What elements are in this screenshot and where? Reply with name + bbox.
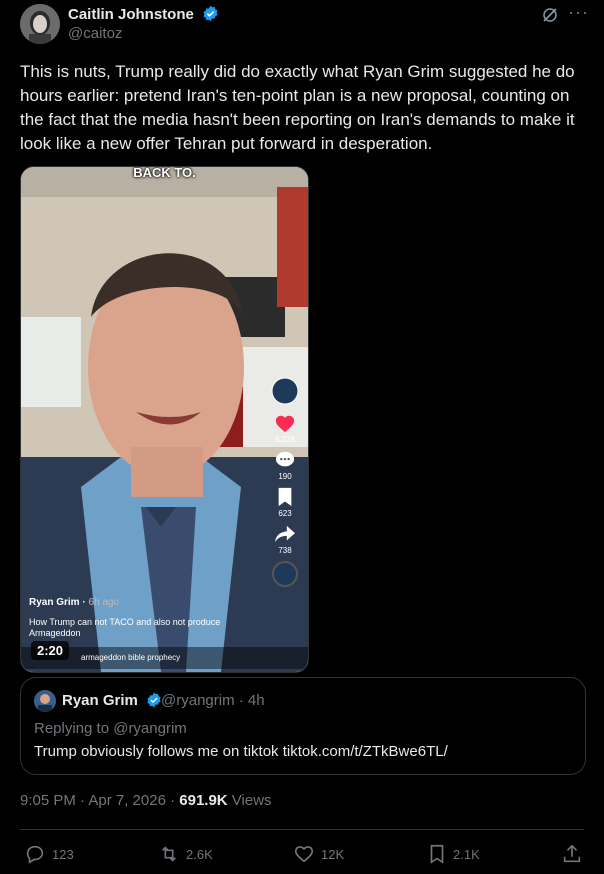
video-creator-avatar xyxy=(268,377,302,407)
like-button[interactable]: 12K xyxy=(293,842,344,866)
verified-badge-icon xyxy=(147,692,161,708)
like-count: 12K xyxy=(321,846,345,862)
views-label: Views xyxy=(227,792,272,809)
views-count: 691.9K xyxy=(179,792,228,809)
quoted-author-name: Ryan Grim xyxy=(62,692,162,709)
video-comment-count: 190 xyxy=(278,472,292,481)
video-player[interactable]: BACK TO. 6,228 190 623 738 Ryan Grim · 6… xyxy=(20,166,309,673)
video-like: 6,228 xyxy=(268,413,302,444)
comment-bubble-icon xyxy=(275,451,295,467)
reply-count: 123 xyxy=(52,846,74,862)
quoted-author-avatar xyxy=(34,690,56,712)
video-author: Ryan Grim · 6h ago xyxy=(29,597,120,608)
share-icon xyxy=(563,844,581,863)
grok-icon[interactable] xyxy=(541,6,559,24)
bookmark-outline-icon xyxy=(430,844,444,864)
bookmark-count: 2.1K xyxy=(453,846,480,862)
reply-button[interactable]: 123 xyxy=(24,842,74,866)
tweet-meta: 9:05 PM · Apr 7, 2026 · 691.9K Views xyxy=(20,792,272,809)
more-options-icon[interactable]: ··· xyxy=(568,2,589,23)
video-bookmark-count: 623 xyxy=(278,509,292,518)
author-name[interactable]: Caitlin Johnstone xyxy=(68,5,219,23)
video-shares: 738 xyxy=(268,524,302,555)
tweet-text: This is nuts, Trump really did do exactl… xyxy=(20,62,575,153)
video-comments: 190 xyxy=(268,450,302,481)
tweet-timestamp[interactable]: 9:05 PM · Apr 7, 2026 · xyxy=(20,792,179,809)
video-sound xyxy=(268,561,302,589)
author-handle[interactable]: @caitoz xyxy=(68,25,122,42)
bookmark-button[interactable]: 2.1K xyxy=(427,842,480,866)
author-avatar[interactable] xyxy=(20,4,60,44)
quoted-tweet[interactable]: Ryan Grim @ryangrim · 4h Replying to @ry… xyxy=(20,677,586,775)
verified-badge-icon xyxy=(203,5,218,22)
bookmark-icon xyxy=(278,487,292,507)
video-side-actions: 6,228 190 623 738 xyxy=(268,377,302,595)
repost-button[interactable]: 2.6K xyxy=(158,842,213,866)
quoted-text: Trump obviously follows me on tiktok tik… xyxy=(34,743,448,760)
video-bookmarks: 623 xyxy=(268,487,302,518)
video-duration: 2:20 xyxy=(31,641,70,660)
quoted-replying-to: Replying to @ryangrim xyxy=(34,720,187,737)
video-share-count: 738 xyxy=(278,546,292,555)
divider xyxy=(20,829,584,830)
share-button[interactable] xyxy=(561,842,589,866)
share-arrow-icon xyxy=(275,525,295,543)
repost-icon xyxy=(161,846,177,862)
quoted-handle-time: @ryangrim · 4h xyxy=(161,692,265,709)
video-caption: BACK TO. xyxy=(133,166,196,180)
heart-icon xyxy=(275,415,295,433)
heart-outline-icon xyxy=(294,846,314,863)
video-like-count: 6,228 xyxy=(274,435,296,444)
repost-count: 2.6K xyxy=(186,846,213,862)
reply-icon xyxy=(26,845,44,864)
video-search-text: armageddon bible prophecy xyxy=(81,653,181,662)
video-description: How Trump can not TACO and also not prod… xyxy=(29,617,221,638)
